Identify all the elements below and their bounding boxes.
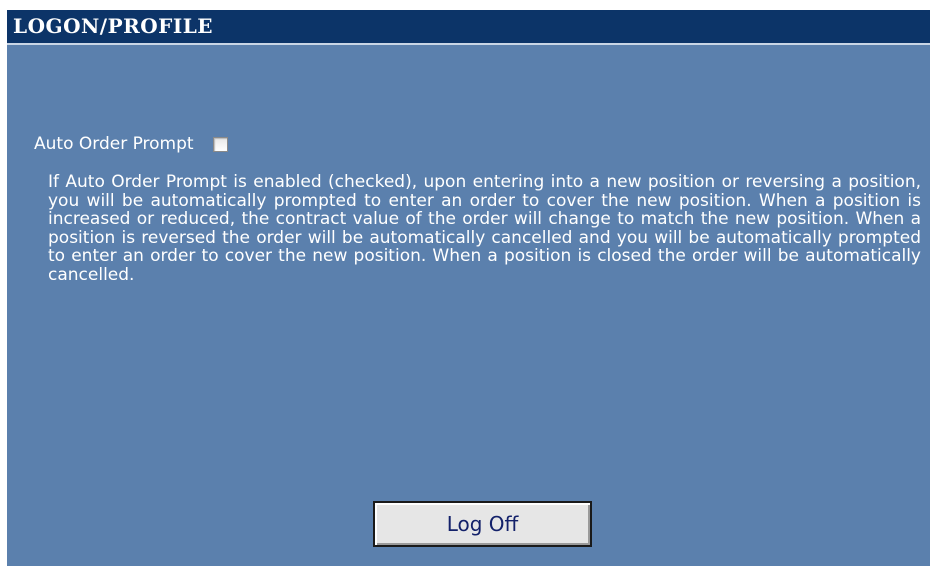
page-title: LOGON/PROFILE [13, 14, 214, 38]
auto-order-prompt-label: Auto Order Prompt [34, 134, 194, 154]
auto-order-prompt-row: Auto Order Prompt [34, 133, 228, 155]
auto-order-prompt-checkbox[interactable] [212, 136, 228, 152]
log-off-button[interactable]: Log Off [373, 501, 592, 547]
auto-order-prompt-description: If Auto Order Prompt is enabled (checked… [48, 172, 921, 285]
logon-profile-panel: LOGON/PROFILE Auto Order Prompt If Auto … [7, 10, 930, 566]
title-bar: LOGON/PROFILE [7, 10, 930, 45]
